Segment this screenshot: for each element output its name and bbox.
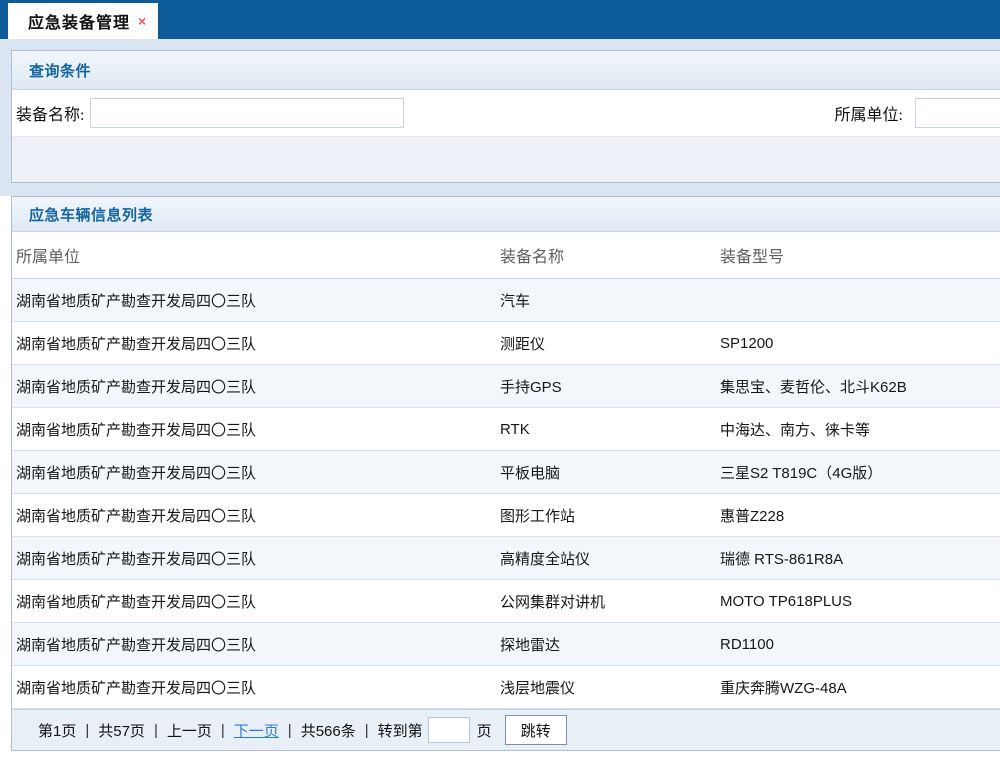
cell-model: RD1100 [720,636,1000,653]
column-header-name: 装备名称 [500,243,720,267]
cell-name: 探地雷达 [500,634,720,655]
tab-label: 应急装备管理 [28,9,130,33]
table-row[interactable]: 湖南省地质矿产勘查开发局四〇三队探地雷达RD1100 [12,623,1000,666]
cell-model: 惠普Z228 [720,505,1000,526]
pager-separator: | [365,722,369,739]
current-page-label: 第1页 [38,720,76,741]
cell-model: 三星S2 T819C（4G版） [720,462,1000,483]
pagination-bar: 第1页 | 共57页 | 上一页 | 下一页 | 共566条 | 转到第 页 跳… [12,709,1000,750]
query-panel: 查询条件 装备名称: 所属单位: [11,50,1000,183]
cell-unit: 湖南省地质矿产勘查开发局四〇三队 [16,419,500,440]
cell-model: MOTO TP618PLUS [720,593,1000,610]
table-row[interactable]: 湖南省地质矿产勘查开发局四〇三队公网集群对讲机MOTO TP618PLUS [12,580,1000,623]
table-panel-header: 应急车辆信息列表 [12,197,1000,232]
tab-bar: 应急装备管理 × [0,0,1000,39]
tab-close-icon[interactable]: × [138,14,146,28]
total-records-label: 共566条 [301,720,356,741]
pager-separator: | [85,722,89,739]
cell-unit: 湖南省地质矿产勘查开发局四〇三队 [16,376,500,397]
equipment-list-panel: 应急车辆信息列表 所属单位 装备名称 装备型号 湖南省地质矿产勘查开发局四〇三队… [11,196,1000,751]
equipment-name-label: 装备名称: [16,101,84,125]
cell-name: 手持GPS [500,376,720,397]
column-header-unit: 所属单位 [16,243,500,267]
table-section: 应急车辆信息列表 所属单位 装备名称 装备型号 湖南省地质矿产勘查开发局四〇三队… [0,196,1000,751]
tab-equipment-management[interactable]: 应急装备管理 × [8,3,158,39]
query-panel-title: 查询条件 [29,60,91,81]
equipment-name-input[interactable] [90,98,404,128]
owner-unit-label: 所属单位: [835,101,903,125]
table-panel-title: 应急车辆信息列表 [29,204,153,225]
cell-model: SP1200 [720,335,1000,352]
cell-unit: 湖南省地质矿产勘查开发局四〇三队 [16,290,500,311]
cell-unit: 湖南省地质矿产勘查开发局四〇三队 [16,462,500,483]
cell-model: 中海达、南方、徕卡等 [720,419,1000,440]
owner-unit-input[interactable] [915,98,1000,128]
query-panel-footer [12,137,1000,182]
owner-unit-field: 所属单位: [835,98,1000,128]
jump-button[interactable]: 跳转 [505,715,567,745]
query-panel-header: 查询条件 [12,51,1000,90]
cell-unit: 湖南省地质矿产勘查开发局四〇三队 [16,548,500,569]
pager-separator: | [221,722,225,739]
table-row[interactable]: 湖南省地质矿产勘查开发局四〇三队RTK中海达、南方、徕卡等 [12,408,1000,451]
cell-name: 测距仪 [500,333,720,354]
cell-unit: 湖南省地质矿产勘查开发局四〇三队 [16,677,500,698]
goto-page-input[interactable] [428,717,470,743]
pager-separator: | [154,722,158,739]
cell-name: 平板电脑 [500,462,720,483]
query-form-row: 装备名称: 所属单位: [12,90,1000,137]
table-row[interactable]: 湖南省地质矿产勘查开发局四〇三队手持GPS集思宝、麦哲伦、北斗K62B [12,365,1000,408]
total-pages-label: 共57页 [98,720,145,741]
cell-name: 汽车 [500,290,720,311]
cell-unit: 湖南省地质矿产勘查开发局四〇三队 [16,591,500,612]
cell-name: 图形工作站 [500,505,720,526]
goto-page-label: 转到第 [378,720,423,741]
pager-separator: | [288,722,292,739]
cell-model: 集思宝、麦哲伦、北斗K62B [720,376,1000,397]
table-row[interactable]: 湖南省地质矿产勘查开发局四〇三队浅层地震仪重庆奔腾WZG-48A [12,666,1000,709]
cell-unit: 湖南省地质矿产勘查开发局四〇三队 [16,634,500,655]
table-body: 湖南省地质矿产勘查开发局四〇三队汽车湖南省地质矿产勘查开发局四〇三队测距仪SP1… [12,279,1000,709]
goto-page-suffix: 页 [477,720,492,741]
table-header-row: 所属单位 装备名称 装备型号 [12,232,1000,279]
cell-name: 浅层地震仪 [500,677,720,698]
cell-name: RTK [500,421,720,438]
query-section: 查询条件 装备名称: 所属单位: [0,39,1000,196]
table-row[interactable]: 湖南省地质矿产勘查开发局四〇三队汽车 [12,279,1000,322]
cell-unit: 湖南省地质矿产勘查开发局四〇三队 [16,505,500,526]
cell-unit: 湖南省地质矿产勘查开发局四〇三队 [16,333,500,354]
cell-name: 高精度全站仪 [500,548,720,569]
cell-model: 重庆奔腾WZG-48A [720,677,1000,698]
table-row[interactable]: 湖南省地质矿产勘查开发局四〇三队图形工作站惠普Z228 [12,494,1000,537]
column-header-model: 装备型号 [720,243,1000,267]
cell-model: 瑞德 RTS-861R8A [720,548,1000,569]
table-row[interactable]: 湖南省地质矿产勘查开发局四〇三队测距仪SP1200 [12,322,1000,365]
prev-page-link[interactable]: 上一页 [167,720,212,741]
next-page-link[interactable]: 下一页 [234,720,279,741]
table-row[interactable]: 湖南省地质矿产勘查开发局四〇三队平板电脑三星S2 T819C（4G版） [12,451,1000,494]
cell-name: 公网集群对讲机 [500,591,720,612]
table-row[interactable]: 湖南省地质矿产勘查开发局四〇三队高精度全站仪瑞德 RTS-861R8A [12,537,1000,580]
